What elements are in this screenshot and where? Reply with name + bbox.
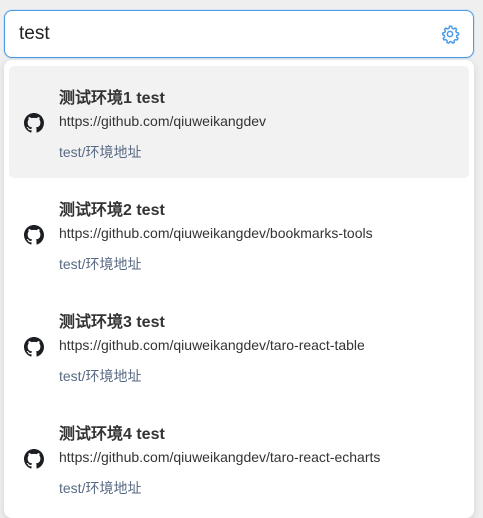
result-item[interactable]: 测试环境1 test https://github.com/qiuweikang… [9,66,469,178]
result-url: https://github.com/qiuweikangdev/taro-re… [59,449,381,465]
result-folder-path: test/环境地址 [59,480,142,496]
bookmark-search-popup: 测试环境1 test https://github.com/qiuweikang… [0,0,483,518]
github-icon [24,113,44,133]
result-url: https://github.com/qiuweikangdev/bookmar… [59,225,373,241]
result-url: https://github.com/qiuweikangdev/taro-re… [59,337,365,353]
result-folder-path: test/环境地址 [59,256,142,272]
result-folder-path: test/环境地址 [59,368,142,384]
result-title: 测试环境2 test [59,202,165,219]
search-box[interactable] [4,10,474,58]
github-icon [24,225,44,245]
result-item[interactable]: 测试环境2 test https://github.com/qiuweikang… [9,178,469,290]
github-icon [24,449,44,469]
result-folder-path: test/环境地址 [59,144,142,160]
result-title: 测试环境3 test [59,314,165,331]
search-input[interactable] [19,11,419,57]
results-list: 测试环境1 test https://github.com/qiuweikang… [4,60,474,518]
result-item[interactable]: 测试环境3 test https://github.com/qiuweikang… [9,290,469,402]
result-title: 测试环境4 test [59,426,165,443]
gear-icon[interactable] [440,24,460,44]
result-title: 测试环境1 test [59,90,165,107]
github-icon [24,337,44,357]
result-item[interactable]: 测试环境4 test https://github.com/qiuweikang… [9,402,469,514]
result-url: https://github.com/qiuweikangdev [59,113,267,129]
